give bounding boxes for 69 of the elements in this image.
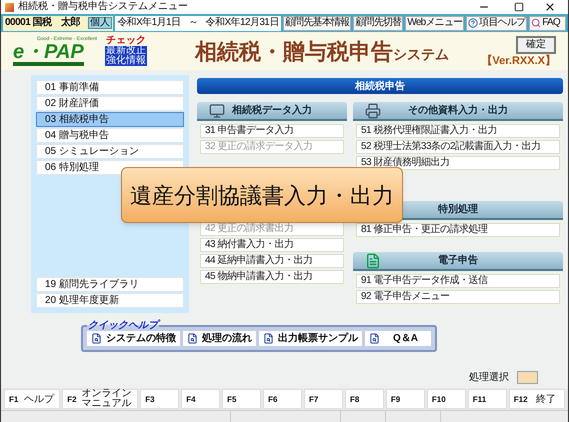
section-header: 相続税データ入力	[197, 102, 347, 121]
menu-item[interactable]: 91 電子申告データ作成・送信	[356, 274, 560, 288]
menu-item[interactable]: 43 納付書入力・出力	[200, 238, 344, 252]
section-header: 電子申告	[353, 252, 563, 271]
version-label: 【Ver.RXX.X】	[481, 56, 556, 66]
menu-item[interactable]: 03 相続税申告	[36, 112, 184, 127]
help-icon	[468, 18, 478, 28]
period-start: 令和X年1月1日	[117, 18, 180, 28]
quick-help-button[interactable]: 出力帳票サンプル	[259, 331, 362, 346]
menu-item[interactable]: 01 事前準備	[36, 80, 184, 95]
client-type-badge: 個人	[88, 17, 112, 29]
quick-help-title: クイックヘルプ	[87, 321, 159, 331]
toolbar-button[interactable]: 項目ヘルプ	[466, 16, 528, 30]
function-key-button[interactable]: F1 ヘルプ	[4, 389, 60, 409]
menu-item[interactable]: 51 税務代理権限証書入力・出力	[356, 124, 560, 138]
search-document-icon	[91, 333, 102, 344]
search-document-icon	[369, 333, 380, 344]
menu-item[interactable]: 04 贈与税申告	[36, 128, 184, 143]
function-key-button[interactable]: F6	[263, 389, 302, 409]
printer-icon	[365, 103, 381, 119]
function-key-button[interactable]: F5	[222, 389, 262, 409]
search-document-icon	[263, 333, 274, 344]
toolbar-button[interactable]: FAQ	[529, 16, 566, 30]
quick-help-button[interactable]: Q＆A	[365, 331, 431, 346]
period-separator: ～	[188, 18, 198, 28]
tooltip-popup: 遺産分割協議書入力・出力	[121, 167, 403, 223]
confirm-button[interactable]: 確定	[516, 36, 556, 54]
function-key-button[interactable]: F11	[468, 389, 507, 409]
app-icon	[5, 2, 14, 12]
function-key-button[interactable]: F4	[181, 389, 220, 409]
menu-item[interactable]: 31 申告書データ入力	[200, 124, 344, 138]
function-key-button[interactable]: F12 終了	[508, 389, 566, 409]
function-key-button[interactable]: F3	[140, 389, 180, 409]
process-select-field[interactable]	[517, 371, 538, 384]
search-document-icon	[187, 333, 198, 344]
panel-title-bar: 相続税申告	[197, 78, 563, 94]
document-icon	[365, 253, 381, 269]
menu-item[interactable]: 20 処理年度更新	[36, 293, 184, 308]
function-key-button[interactable]: F9	[386, 389, 425, 409]
update-badge: 最新改正 強化情報	[105, 46, 148, 66]
period-end: 令和X年12月31日	[206, 18, 279, 28]
client-name: 00001 国税 太郎	[5, 18, 80, 28]
section-header: その他資料入力・出力	[353, 102, 563, 121]
toolbar-button[interactable]: Webメニュー	[405, 16, 464, 30]
maximize-icon[interactable]	[514, 2, 524, 12]
function-key-button[interactable]: F8	[344, 389, 384, 409]
menu-item[interactable]: 44 延納申請書入力・出力	[200, 254, 344, 268]
close-icon[interactable]	[544, 1, 556, 13]
menu-item[interactable]: 19 顧問先ライブラリ	[36, 277, 184, 292]
window-title: 相続税・贈与税申告システムメニュー	[18, 2, 188, 12]
logo: e・PAP	[13, 42, 84, 66]
system-title: 相続税・贈与税申告システム	[195, 38, 450, 66]
function-key-button[interactable]: F10	[426, 389, 466, 409]
check-label: チェック	[106, 36, 146, 46]
process-select-label: 処理選択	[469, 372, 509, 382]
menu-item[interactable]: 81 修正申告・更正の請求処理	[356, 223, 560, 237]
menu-item[interactable]: 05 シミュレーション	[36, 144, 184, 159]
toolbar-button[interactable]: 顧問先基本情報	[283, 16, 352, 30]
menu-item[interactable]: 45 物納申請書入力・出力	[200, 270, 344, 284]
menu-item[interactable]: 02 財産評価	[36, 96, 184, 111]
menu-item[interactable]: 53 財産債務明細出力	[356, 156, 560, 170]
quick-help-button[interactable]: システムの特徴	[87, 331, 180, 346]
toolbar-button[interactable]: 顧問先切替	[353, 16, 404, 30]
function-key-button[interactable]: F7	[304, 389, 343, 409]
menu-item[interactable]: 52 税理士法第33条の2記載書面入力・出力	[356, 140, 560, 154]
computer-icon	[209, 103, 225, 119]
quick-help-button[interactable]: 処理の流れ	[183, 331, 256, 346]
search-icon	[531, 18, 542, 28]
menu-item[interactable]: 92 電子申告メニュー	[356, 290, 560, 304]
